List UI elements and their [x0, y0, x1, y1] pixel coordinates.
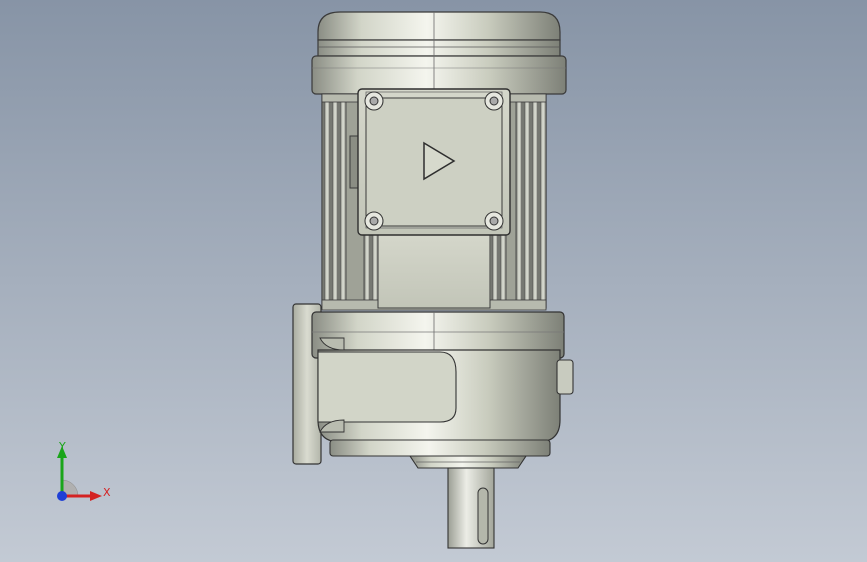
- output-shaft[interactable]: [447, 467, 495, 549]
- terminal-box-screw: [484, 91, 504, 111]
- cooling-fin: [323, 99, 331, 305]
- cooling-fin: [515, 99, 523, 305]
- terminal-box-screw: [364, 91, 384, 111]
- graphics-viewport[interactable]: Y X: [0, 0, 867, 562]
- gearmotor-model[interactable]: [0, 0, 867, 562]
- z-axis-indicator: [57, 491, 67, 501]
- axis-triad: Y X: [40, 438, 120, 518]
- terminal-box-screw: [364, 211, 384, 231]
- cooling-fin: [339, 99, 347, 305]
- gearbox-housing[interactable]: [292, 303, 574, 469]
- drain-plug[interactable]: [556, 359, 574, 395]
- terminal-box-base: [377, 231, 491, 309]
- y-axis-label: Y: [59, 440, 66, 453]
- x-axis-arrowhead: [90, 491, 102, 501]
- x-axis-label: X: [103, 486, 111, 499]
- shaft-keyway: [477, 487, 489, 545]
- axis-triad-graphic: [57, 446, 102, 501]
- cooling-fin: [531, 99, 539, 305]
- cooling-fin: [331, 99, 339, 305]
- cooling-fin: [523, 99, 531, 305]
- terminal-box[interactable]: [357, 88, 511, 236]
- cooling-fin: [539, 99, 547, 305]
- terminal-box-screw: [484, 211, 504, 231]
- motor-end-cap[interactable]: [311, 11, 567, 95]
